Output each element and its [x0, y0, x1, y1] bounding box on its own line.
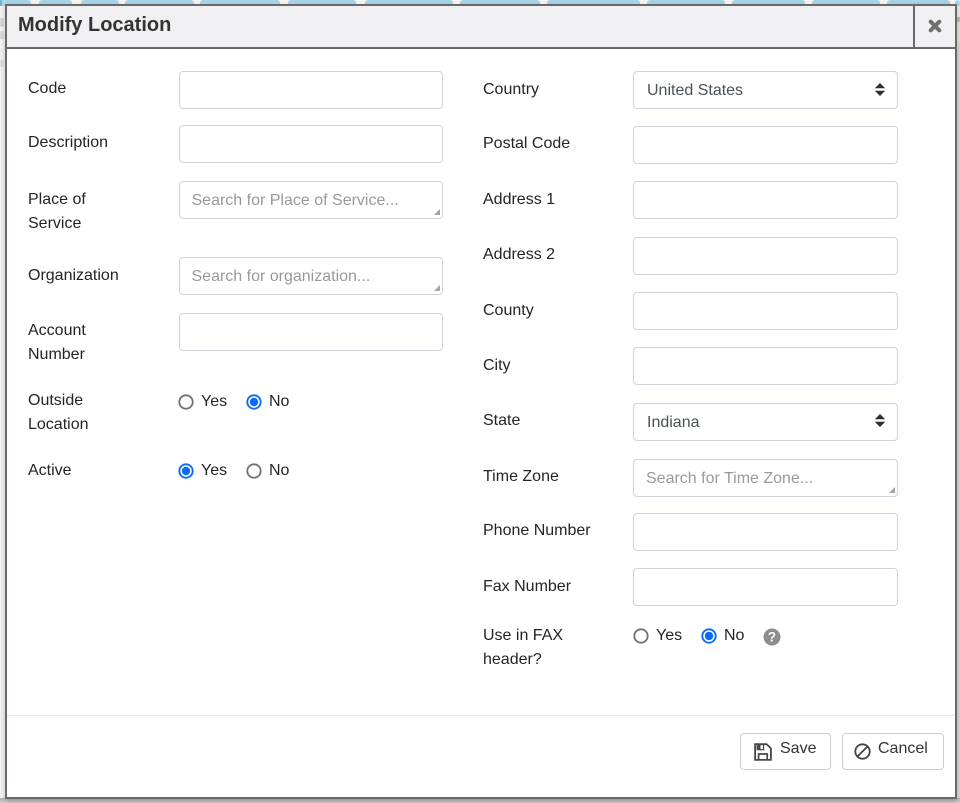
svg-text:?: ?	[768, 630, 776, 645]
